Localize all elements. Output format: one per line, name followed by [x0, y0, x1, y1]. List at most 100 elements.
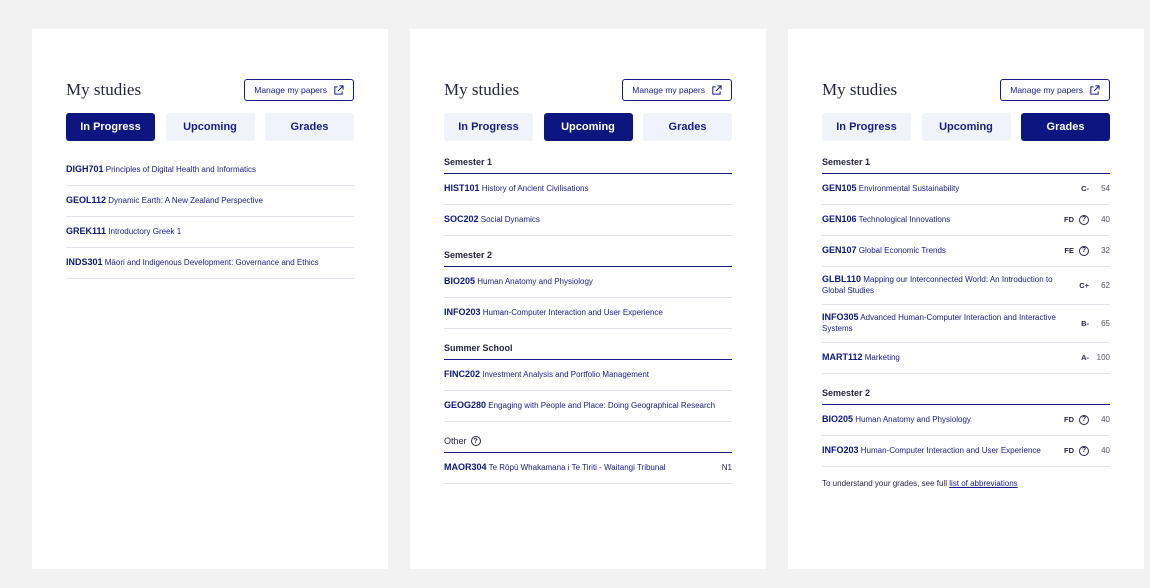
- studies-card-grades: My studies Manage my papers In Progress …: [788, 29, 1144, 569]
- paper-row[interactable]: SOC202 Social Dynamics: [444, 205, 732, 236]
- paper-name: History of Ancient Civilisations: [481, 184, 589, 193]
- grades-footnote: To understand your grades, see full list…: [822, 467, 1110, 488]
- paper-name: Principles of Digital Health and Informa…: [105, 165, 257, 174]
- paper-name: Marketing: [864, 353, 900, 362]
- grade-row[interactable]: GLBL110 Mapping our Interconnected World…: [822, 267, 1110, 305]
- paper-row[interactable]: INFO203 Human-Computer Interaction and U…: [444, 298, 732, 329]
- grade-mark: 65: [1101, 318, 1110, 328]
- grade-row[interactable]: MART112 Marketing A- 100: [822, 343, 1110, 374]
- paper-row[interactable]: HIST101 History of Ancient Civilisations: [444, 174, 732, 205]
- studies-card-upcoming: My studies Manage my papers In Progress …: [410, 29, 766, 569]
- grade-row[interactable]: INFO305 Advanced Human-Computer Interact…: [822, 305, 1110, 343]
- paper-row[interactable]: BIO205 Human Anatomy and Physiology: [444, 267, 732, 298]
- card-header: My studies Manage my papers: [66, 77, 354, 103]
- grade-row[interactable]: GEN107 Global Economic Trends FE? 32: [822, 236, 1110, 267]
- grade-letter: FD: [1064, 215, 1074, 224]
- grade-row[interactable]: GEN106 Technological Innovations FD? 40: [822, 205, 1110, 236]
- grade-mark: 40: [1101, 215, 1110, 224]
- paper-code: GEN107: [822, 245, 857, 255]
- grade-mark: 100: [1096, 353, 1110, 362]
- manage-papers-button[interactable]: Manage my papers: [1000, 79, 1110, 101]
- semester-heading: Semester 1: [822, 155, 1110, 174]
- paper-name: Technological Innovations: [858, 215, 951, 224]
- semester-heading: Semester 2: [444, 240, 732, 267]
- page-title: My studies: [444, 80, 520, 99]
- page-title: My studies: [822, 80, 898, 99]
- tab-in-progress[interactable]: In Progress: [822, 113, 911, 141]
- grade-mark: 62: [1101, 280, 1110, 290]
- grade-row[interactable]: INFO203 Human-Computer Interaction and U…: [822, 436, 1110, 467]
- manage-papers-button[interactable]: Manage my papers: [244, 79, 354, 101]
- question-circle-icon[interactable]: ?: [470, 436, 481, 446]
- paper-name: Human-Computer Interaction and User Expe…: [482, 308, 663, 317]
- card-header: My studies Manage my papers: [822, 77, 1110, 103]
- status-badge: N1: [721, 463, 732, 472]
- tab-grades[interactable]: Grades: [643, 113, 732, 141]
- grade-letter: B-: [1081, 318, 1089, 328]
- tab-in-progress[interactable]: In Progress: [444, 113, 533, 141]
- question-circle-icon[interactable]: ?: [1079, 214, 1089, 225]
- question-circle-icon[interactable]: ?: [1079, 245, 1089, 256]
- paper-code: INFO203: [822, 445, 859, 455]
- paper-name: Social Dynamics: [480, 215, 540, 224]
- paper-code: DIGH701: [66, 164, 104, 174]
- grade-list: Semester 1 GEN105 Environmental Sustaina…: [822, 155, 1110, 488]
- paper-name: Dynamic Earth: A New Zealand Perspective: [108, 196, 264, 205]
- paper-code: MAOR304: [444, 462, 487, 472]
- paper-name: Human Anatomy and Physiology: [855, 415, 971, 424]
- manage-papers-label: Manage my papers: [1010, 85, 1083, 95]
- paper-row[interactable]: GEOL112 Dynamic Earth: A New Zealand Per…: [66, 186, 354, 217]
- tab-bar: In Progress Upcoming Grades: [444, 113, 732, 141]
- manage-papers-label: Manage my papers: [632, 85, 705, 95]
- paper-list: DIGH701 Principles of Digital Health and…: [66, 155, 354, 279]
- grade-row[interactable]: BIO205 Human Anatomy and Physiology FD? 40: [822, 405, 1110, 436]
- question-circle-icon[interactable]: ?: [1079, 445, 1089, 456]
- other-heading: Other ?: [444, 426, 732, 453]
- paper-code: GREK111: [66, 226, 107, 236]
- paper-row[interactable]: INDS301 Māori and Indigenous Development…: [66, 248, 354, 279]
- paper-code: BIO205: [822, 414, 854, 424]
- grade-letter: C+: [1079, 280, 1089, 290]
- paper-name: Māori and Indigenous Development: Govern…: [104, 258, 319, 267]
- paper-name: Human Anatomy and Physiology: [477, 277, 593, 286]
- paper-row[interactable]: FINC202 Investment Analysis and Portfoli…: [444, 360, 732, 391]
- paper-code: FINC202: [444, 369, 481, 379]
- tab-grades[interactable]: Grades: [1021, 113, 1110, 141]
- paper-row[interactable]: GREK111 Introductory Greek 1: [66, 217, 354, 248]
- grade-letter: C-: [1081, 184, 1089, 193]
- tab-upcoming[interactable]: Upcoming: [543, 113, 633, 141]
- manage-papers-label: Manage my papers: [254, 85, 327, 95]
- tab-grades[interactable]: Grades: [265, 113, 354, 141]
- paper-code: HIST101: [444, 183, 480, 193]
- paper-row[interactable]: MAOR304 Te Rōpū Whakamana i Te Tiriti - …: [444, 453, 732, 484]
- paper-code: GEN105: [822, 183, 857, 193]
- paper-code: INDS301: [66, 257, 103, 267]
- manage-papers-button[interactable]: Manage my papers: [622, 79, 732, 101]
- grade-letter: FE: [1064, 246, 1074, 255]
- external-link-icon: [1090, 84, 1100, 95]
- tab-in-progress[interactable]: In Progress: [66, 113, 155, 141]
- abbreviations-link[interactable]: list of abbreviations: [949, 479, 1017, 488]
- paper-row[interactable]: DIGH701 Principles of Digital Health and…: [66, 155, 354, 186]
- paper-code: GEN106: [822, 214, 857, 224]
- tab-upcoming[interactable]: Upcoming: [165, 113, 255, 141]
- grade-row[interactable]: GEN105 Environmental Sustainability C- 54: [822, 174, 1110, 205]
- external-link-icon: [712, 84, 722, 95]
- other-label: Other: [444, 436, 467, 446]
- paper-list: Semester 1 HIST101 History of Ancient Ci…: [444, 155, 732, 484]
- paper-name: Human-Computer Interaction and User Expe…: [860, 446, 1041, 455]
- grade-letter: FD: [1064, 446, 1074, 455]
- grade-letter: A-: [1081, 353, 1089, 362]
- paper-code: GLBL110: [822, 274, 862, 284]
- card-header: My studies Manage my papers: [444, 77, 732, 103]
- footnote-text: To understand your grades, see full: [822, 479, 947, 488]
- paper-row[interactable]: GEOG280 Engaging with People and Place: …: [444, 391, 732, 422]
- semester-heading: Summer School: [444, 333, 732, 360]
- paper-name: Environmental Sustainability: [858, 184, 960, 193]
- paper-name: Engaging with People and Place: Doing Ge…: [488, 401, 716, 410]
- paper-code: MART112: [822, 352, 863, 362]
- question-circle-icon[interactable]: ?: [1079, 414, 1089, 425]
- semester-heading: Semester 2: [822, 378, 1110, 405]
- paper-code: SOC202: [444, 214, 479, 224]
- tab-upcoming[interactable]: Upcoming: [921, 113, 1011, 141]
